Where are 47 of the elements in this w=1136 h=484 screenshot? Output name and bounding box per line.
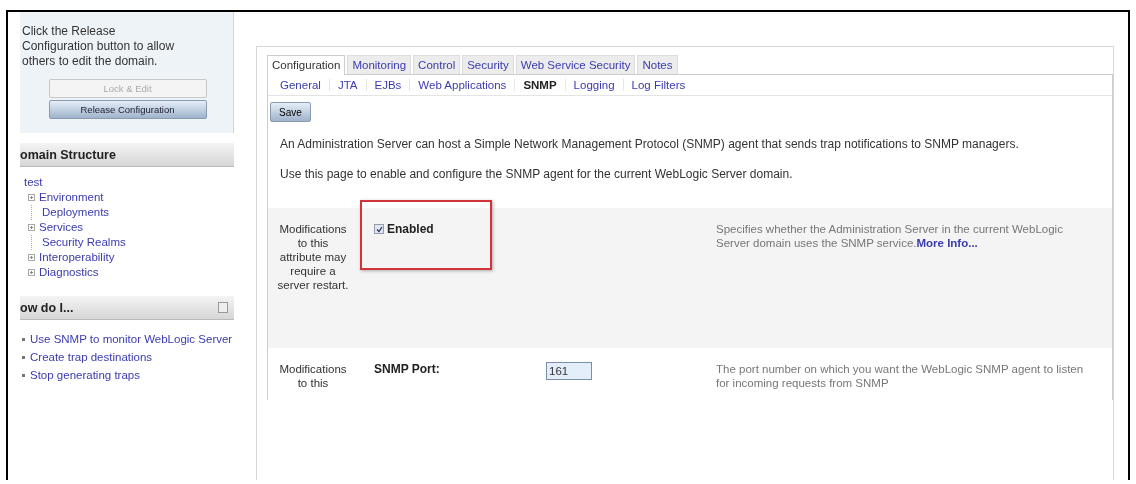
- help-link[interactable]: Use SNMP to monitor WebLogic Server: [30, 332, 233, 347]
- expand-icon[interactable]: [28, 254, 35, 261]
- expand-icon[interactable]: [28, 269, 35, 276]
- tree-item[interactable]: Deployments: [42, 205, 110, 220]
- tree-item[interactable]: test: [24, 175, 43, 190]
- panel-title: ow do I...: [20, 300, 74, 315]
- subtab[interactable]: Logging: [564, 79, 623, 91]
- tree-item[interactable]: Services: [39, 220, 84, 235]
- restart-note: Modifications to this attribute may require a server restart.: [276, 222, 350, 293]
- intro-text: An Administration Server can host a Simple Network Management Protocol (SNMP) agent that sends trap notifications to SNMP managers.: [280, 136, 1020, 152]
- field-description: The port number on which you want the WebLogic SNMP agent to listen for incoming requests from SNMP: [716, 362, 1085, 390]
- tree-item[interactable]: Security Realms: [42, 235, 126, 250]
- subtab[interactable]: Log Filters: [622, 79, 694, 91]
- help-link[interactable]: Create trap destinations: [30, 350, 153, 365]
- port-field[interactable]: 161: [546, 362, 592, 380]
- tab[interactable]: Control: [413, 55, 461, 74]
- tab[interactable]: Configuration: [267, 55, 346, 75]
- panel-icon[interactable]: [218, 302, 228, 313]
- release-configuration-button[interactable]: Release Configuration: [48, 100, 207, 119]
- subtab[interactable]: General: [272, 79, 329, 91]
- more-info-link[interactable]: More Info...: [916, 237, 978, 249]
- bullet-icon: [22, 356, 25, 359]
- expand-icon[interactable]: [28, 224, 35, 231]
- help-link[interactable]: Stop generating traps: [30, 368, 140, 383]
- tree-item[interactable]: Environment: [39, 190, 104, 205]
- tree-item[interactable]: Interoperability: [39, 250, 115, 265]
- subtab[interactable]: JTA: [328, 79, 366, 91]
- subtab[interactable]: SNMP: [514, 79, 565, 91]
- bullet-icon: [22, 374, 25, 377]
- tree-item[interactable]: Diagnostics: [39, 265, 99, 280]
- field-description: Specifies whether the Administration Server in the current WebLogic Server domain uses the SNMP service.More Info...: [716, 222, 1064, 251]
- save-button[interactable]: Save: [270, 102, 311, 122]
- tab[interactable]: Monitoring: [347, 55, 412, 74]
- tab[interactable]: Security: [462, 55, 514, 74]
- tab[interactable]: Web Service Security: [515, 55, 636, 74]
- field-label: Enabled: [387, 222, 434, 236]
- bullet-icon: [22, 338, 25, 341]
- checkbox[interactable]: [374, 224, 384, 234]
- intro-text: Use this page to enable and configure the SNMP agent for the current WebLogic Server domain.: [280, 166, 794, 182]
- subtab[interactable]: EJBs: [365, 79, 410, 91]
- subtab[interactable]: Web Applications: [409, 79, 515, 91]
- panel-title: omain Structure: [20, 147, 116, 162]
- expand-icon[interactable]: [28, 194, 35, 201]
- change-center-message: Click the Release Configuration button to allow others to edit the domain.: [22, 24, 176, 69]
- tab[interactable]: Notes: [637, 55, 678, 74]
- restart-note: Modifications to this: [278, 362, 348, 390]
- field-label: SNMP Port:: [374, 362, 440, 376]
